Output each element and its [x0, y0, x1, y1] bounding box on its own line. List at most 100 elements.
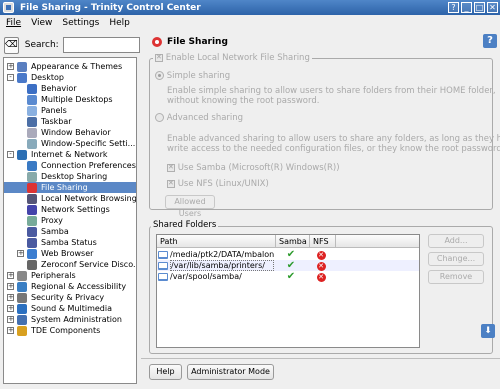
expand-icon[interactable]: +: [7, 294, 14, 301]
tree-item[interactable]: + Security & Privacy: [4, 292, 136, 303]
tree-item[interactable]: Behavior: [4, 83, 136, 94]
collapse-icon[interactable]: -: [7, 151, 14, 158]
checkbox-icon: [167, 163, 175, 172]
tree-item[interactable]: Taskbar: [4, 116, 136, 127]
column-path[interactable]: Path: [157, 235, 276, 248]
table-row[interactable]: /var/spool/samba/ ✔ ✕: [157, 271, 419, 282]
checkbox-icon: [155, 53, 163, 62]
help-icon[interactable]: ?: [483, 34, 497, 48]
tree-item[interactable]: - Internet & Network: [4, 149, 136, 160]
module-tree[interactable]: + Appearance & Themes - Desktop Behavior Mult…: [3, 57, 137, 384]
table-row[interactable]: /var/lib/samba/printers/ ✔ ✕: [157, 260, 419, 271]
remove-button[interactable]: Remove: [428, 270, 484, 284]
advanced-sharing-desc-2: write access to the needed configuration…: [167, 144, 500, 154]
tree-item[interactable]: + System Administration: [4, 314, 136, 325]
tree-item[interactable]: + Web Browser: [4, 248, 136, 259]
tree-item-label: Connection Preferences: [41, 161, 136, 170]
expand-icon[interactable]: +: [17, 250, 24, 257]
module-icon: [27, 226, 37, 237]
tree-item[interactable]: + Regional & Accessibility: [4, 281, 136, 292]
simple-sharing-desc-2: without knowing the root password.: [167, 96, 320, 106]
tree-item[interactable]: Panels: [4, 105, 136, 116]
module-icon: [27, 248, 37, 259]
expand-icon[interactable]: +: [7, 305, 14, 312]
tree-item[interactable]: - Desktop: [4, 72, 136, 83]
shared-folders-list[interactable]: Path Samba NFS /media/ptk2/DATA/mbalong/…: [156, 234, 420, 348]
simple-sharing-label: Simple sharing: [166, 71, 231, 81]
allowed-users-button[interactable]: Allowed Users: [165, 195, 215, 218]
tree-item-label: Window-Specific Setti...: [41, 139, 136, 148]
tree-item[interactable]: Window-Specific Setti...: [4, 138, 136, 149]
tree-item-label: Samba Status: [41, 238, 97, 247]
tree-item[interactable]: Connection Preferences: [4, 160, 136, 171]
use-samba-checkbox[interactable]: Use Samba (Microsoft(R) Windows(R)): [167, 163, 340, 173]
radio-icon: [155, 71, 164, 80]
help-button[interactable]: Help: [149, 364, 182, 380]
folder-icon: [158, 250, 168, 259]
tree-item[interactable]: Proxy: [4, 215, 136, 226]
enable-sharing-checkbox[interactable]: Enable Local Network File Sharing: [153, 53, 312, 63]
tree-item-label: Taskbar: [41, 117, 72, 126]
administrator-mode-button[interactable]: Administrator Mode: [187, 364, 274, 380]
advanced-sharing-radio[interactable]: Advanced sharing: [155, 113, 243, 123]
module-icon: [27, 83, 37, 94]
column-samba[interactable]: Samba: [276, 235, 310, 248]
expand-icon[interactable]: +: [7, 272, 14, 279]
tree-item-label: Desktop: [31, 73, 64, 82]
add-button[interactable]: Add...: [428, 234, 484, 248]
change-button[interactable]: Change...: [428, 252, 484, 266]
simple-sharing-radio[interactable]: Simple sharing: [155, 71, 230, 81]
tree-item-label: System Administration: [31, 315, 122, 324]
help-window-button[interactable]: ?: [448, 2, 459, 13]
simple-sharing-desc-1: Enable simple sharing to allow users to …: [167, 86, 496, 96]
use-nfs-label: Use NFS (Linux/UNIX): [177, 179, 269, 189]
tree-item[interactable]: + Peripherals: [4, 270, 136, 281]
tree-item[interactable]: Samba: [4, 226, 136, 237]
expand-icon[interactable]: +: [7, 63, 14, 70]
tree-item[interactable]: Multiple Desktops: [4, 94, 136, 105]
use-nfs-checkbox[interactable]: Use NFS (Linux/UNIX): [167, 179, 269, 189]
expand-icon[interactable]: +: [7, 327, 14, 334]
maximize-button[interactable]: □: [474, 2, 485, 13]
tree-item[interactable]: Local Network Browsing: [4, 193, 136, 204]
radio-icon: [155, 113, 164, 122]
menu-help[interactable]: Help: [104, 18, 135, 28]
column-nfs[interactable]: NFS: [310, 235, 336, 248]
tree-item[interactable]: File Sharing: [4, 182, 136, 193]
app-icon[interactable]: [3, 2, 14, 13]
menu-view[interactable]: View: [26, 18, 57, 28]
collapse-icon[interactable]: -: [7, 74, 14, 81]
tree-item[interactable]: Samba Status: [4, 237, 136, 248]
tree-item[interactable]: + TDE Components: [4, 325, 136, 336]
window-title: File Sharing - Trinity Control Center: [20, 2, 201, 13]
menu-settings[interactable]: Settings: [57, 18, 104, 28]
row-path: /var/lib/samba/printers/: [170, 260, 274, 271]
tree-item-label: Appearance & Themes: [31, 62, 123, 71]
tree-item[interactable]: Network Settings: [4, 204, 136, 215]
module-icon: [27, 138, 37, 149]
expand-icon[interactable]: +: [7, 316, 14, 323]
use-samba-label: Use Samba (Microsoft(R) Windows(R)): [177, 163, 340, 173]
tree-item[interactable]: + Appearance & Themes: [4, 61, 136, 72]
clear-search-icon[interactable]: ⌫: [4, 36, 19, 54]
module-icon: [17, 61, 27, 72]
scroll-down-icon[interactable]: ⬇: [481, 324, 495, 338]
tree-item[interactable]: Zeroconf Service Disco...: [4, 259, 136, 270]
menu-file[interactable]: File: [0, 18, 26, 28]
menu-bar: File View Settings Help: [0, 15, 500, 31]
table-row[interactable]: /media/ptk2/DATA/mbalong/ ✔ ✕: [157, 249, 419, 260]
tree-item-label: Multiple Desktops: [41, 95, 113, 104]
tree-item[interactable]: Window Behavior: [4, 127, 136, 138]
expand-icon[interactable]: +: [7, 283, 14, 290]
tree-item[interactable]: Desktop Sharing: [4, 171, 136, 182]
tree-item-label: Security & Privacy: [31, 293, 105, 302]
tree-item[interactable]: + Sound & Multimedia: [4, 303, 136, 314]
close-button[interactable]: ✕: [487, 2, 498, 13]
shared-folders-label: Shared Folders: [151, 220, 219, 230]
module-icon: [17, 72, 27, 83]
module-icon: [17, 292, 27, 303]
search-input[interactable]: [62, 37, 140, 53]
module-icon: [17, 281, 27, 292]
page-title: File Sharing: [167, 37, 228, 47]
minimize-button[interactable]: _: [461, 2, 472, 13]
